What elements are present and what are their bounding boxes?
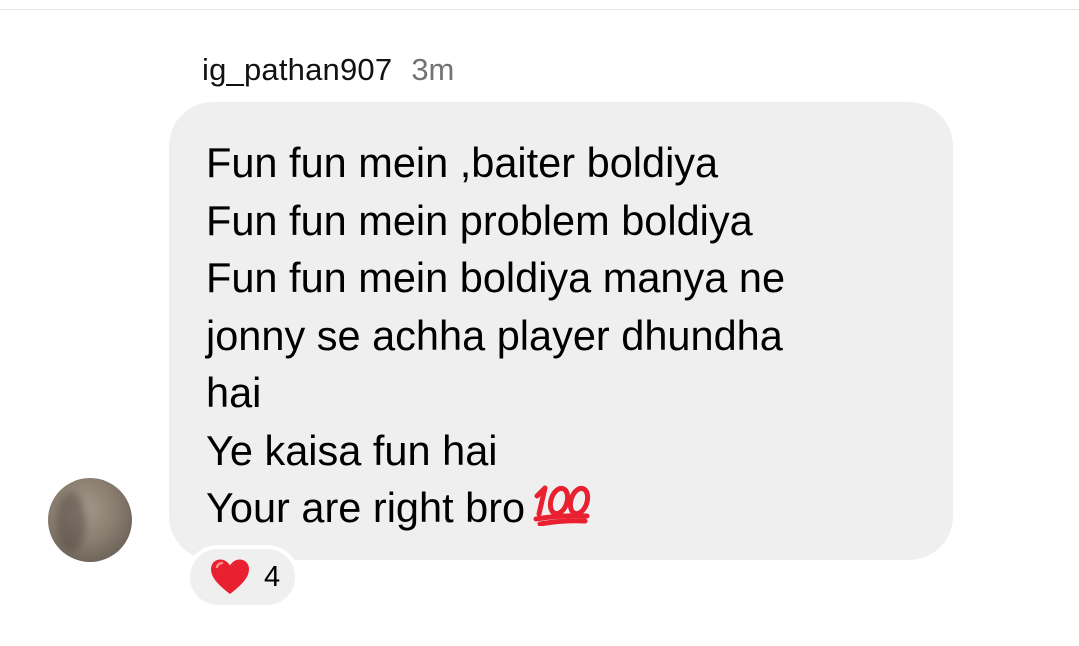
message-line-7-text: Your are right bro xyxy=(206,484,526,531)
top-divider xyxy=(0,9,1079,10)
avatar[interactable] xyxy=(48,478,132,562)
comment-header: ig_pathan907 3m xyxy=(202,52,454,96)
message-line-1: Fun fun mein ,baiter boldiya xyxy=(206,139,719,186)
avatar-photo-shade xyxy=(56,492,86,552)
message-line-5: hai xyxy=(206,369,262,416)
message-line-7: Your are right bro xyxy=(206,479,923,541)
message-line-2: Fun fun mein problem boldiya xyxy=(206,196,753,244)
hundred-points-icon xyxy=(531,480,593,541)
message-line-3: Fun fun mein boldiya manya ne xyxy=(206,254,786,301)
message-bubble[interactable]: Fun fun mein ,baiter boldiya Fun fun mei… xyxy=(169,102,953,560)
username-link[interactable]: ig_pathan907 xyxy=(202,52,392,88)
message-line-6: Ye kaisa fun hai xyxy=(206,426,498,474)
comment-timestamp: 3m xyxy=(411,52,455,87)
reaction-count: 4 xyxy=(264,560,281,593)
reaction-pill[interactable]: 4 xyxy=(186,545,299,609)
red-heart-icon xyxy=(209,558,251,596)
message-line-4: jonny se achha player dhundha xyxy=(206,311,783,359)
